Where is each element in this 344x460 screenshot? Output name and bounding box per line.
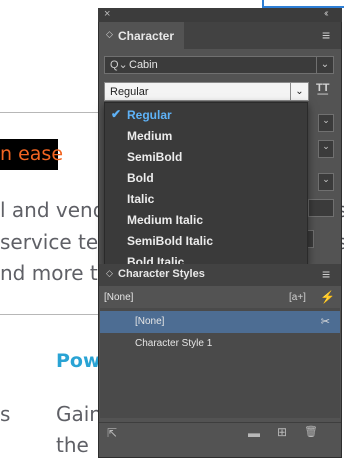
field-stepper[interactable]: ⌄ xyxy=(318,173,334,191)
style-name: [None] xyxy=(135,316,165,327)
dropdown-option[interactable]: ✔ Regular xyxy=(105,104,307,125)
chevron-down-icon[interactable]: ⌄ xyxy=(290,83,308,100)
option-label: SemiBold xyxy=(127,150,183,164)
section-heading: Pow xyxy=(56,350,101,372)
add-style-icon[interactable]: ⊞ xyxy=(277,425,287,439)
chevron-down-icon: ⌄ xyxy=(322,174,330,184)
text-frame-border xyxy=(262,0,344,8)
list-item[interactable]: Character Style 1 xyxy=(100,333,340,355)
option-label: Italic xyxy=(127,192,155,206)
highlighted-text: n ease xyxy=(0,143,64,165)
font-style-dropdown: ✔ Regular Medium SemiBold Bold Italic Me… xyxy=(104,102,308,269)
collapse-icon[interactable]: ‹‹ xyxy=(324,8,328,19)
dropdown-option[interactable]: SemiBold xyxy=(105,146,307,167)
font-style-field[interactable]: Regular ⌄ xyxy=(104,82,309,101)
chevron-down-icon: ⌄ xyxy=(322,141,330,151)
body-text-line: nd more ti xyxy=(0,261,104,285)
folder-icon[interactable]: ▬ xyxy=(248,426,260,440)
dropdown-option[interactable]: Medium xyxy=(105,125,307,146)
body-text-line: Gain xyxy=(56,402,102,426)
panel-menu-icon[interactable]: ≡ xyxy=(322,27,330,43)
quick-apply-icon[interactable]: ⚡ xyxy=(320,290,335,304)
field-stepper[interactable]: ⌄ xyxy=(318,140,334,158)
trash-icon[interactable]: 🗑 xyxy=(304,425,318,438)
style-name: Character Style 1 xyxy=(135,338,213,349)
font-style-value: Regular xyxy=(110,86,149,98)
checkmark-icon: ✔ xyxy=(111,107,122,121)
dropdown-option[interactable]: Italic xyxy=(105,188,307,209)
panel-menu-icon[interactable]: ≡ xyxy=(322,266,330,282)
side-label: s xyxy=(0,402,11,426)
panel-title-bar[interactable] xyxy=(98,8,342,22)
clear-overrides-icon[interactable]: ✂ xyxy=(321,315,330,328)
section-toggle-icon[interactable]: ◇ xyxy=(106,268,113,279)
tab-toggle-icon[interactable]: ◇ xyxy=(106,29,113,40)
new-style-override-icon[interactable]: [a+] xyxy=(289,292,306,303)
body-text-line: the xyxy=(56,433,89,457)
dropdown-option[interactable]: Bold xyxy=(105,167,307,188)
divider-line xyxy=(0,112,98,113)
list-item[interactable]: [None] ✂ xyxy=(100,311,340,333)
current-style-label: [None] xyxy=(104,292,134,303)
load-styles-icon[interactable]: ⇱ xyxy=(107,426,117,440)
field-input[interactable] xyxy=(308,199,334,217)
close-icon[interactable]: × xyxy=(104,8,110,20)
option-label: Medium Italic xyxy=(127,213,204,227)
option-label: Regular xyxy=(127,108,172,122)
chevron-down-icon[interactable]: ⌄ xyxy=(316,57,333,73)
search-icon[interactable]: Q⌄ xyxy=(110,58,128,71)
body-text-line: l and vend xyxy=(0,198,106,222)
tab-character-label: Character xyxy=(118,29,175,43)
dropdown-option[interactable]: SemiBold Italic xyxy=(105,230,307,251)
divider-line xyxy=(0,314,98,315)
option-label: SemiBold Italic xyxy=(127,234,214,248)
dropdown-option[interactable]: Medium Italic xyxy=(105,209,307,230)
option-label: Medium xyxy=(127,129,173,143)
chevron-down-icon: ⌄ xyxy=(322,115,330,125)
font-format-icon[interactable]: T͟T xyxy=(316,82,329,94)
font-family-value: Cabin xyxy=(129,59,158,71)
option-label: Bold xyxy=(127,171,154,185)
font-family-field[interactable]: Q⌄ Cabin ⌄ xyxy=(104,56,334,74)
tab-strip xyxy=(184,22,341,49)
field-stepper[interactable]: ⌄ xyxy=(318,114,334,132)
character-styles-title: Character Styles xyxy=(118,268,205,280)
